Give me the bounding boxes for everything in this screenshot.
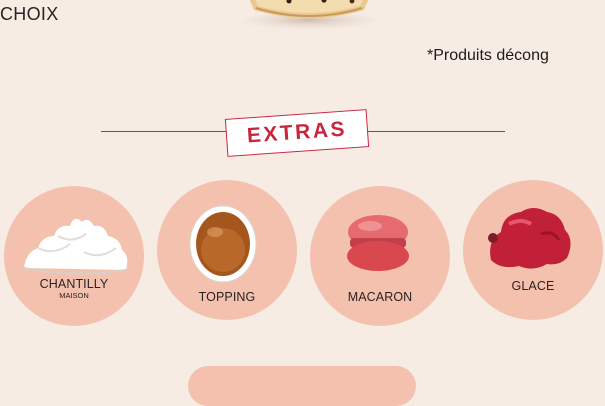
whipped-cream-icon	[23, 218, 128, 275]
dessert-photo-icon	[239, 0, 379, 32]
divider-right	[366, 131, 505, 132]
macaron-icon	[347, 215, 409, 271]
extra-label-glace: GLACE	[511, 279, 555, 293]
bottom-pill	[188, 366, 416, 406]
extra-sublabel-chantilly: MAISON	[59, 291, 89, 300]
extras-heading: EXTRAS	[224, 109, 370, 157]
divider-left	[101, 131, 230, 132]
extra-label-topping: TOPPING	[198, 290, 256, 304]
choix-text: CHOIX	[0, 4, 59, 24]
frozen-products-note: *Produits décong	[427, 47, 549, 64]
extra-item-glace[interactable]: GLACE	[463, 180, 603, 320]
extra-label-macaron: MACARON	[347, 290, 413, 304]
extra-item-macaron[interactable]: MACARON	[310, 186, 450, 326]
extra-label-chantilly: CHANTILLY	[39, 277, 109, 291]
extra-item-chantilly[interactable]: CHANTILLY MAISON	[4, 186, 144, 326]
ice-cream-scoop-icon	[488, 208, 571, 269]
extra-item-topping[interactable]: TOPPING	[157, 180, 297, 320]
